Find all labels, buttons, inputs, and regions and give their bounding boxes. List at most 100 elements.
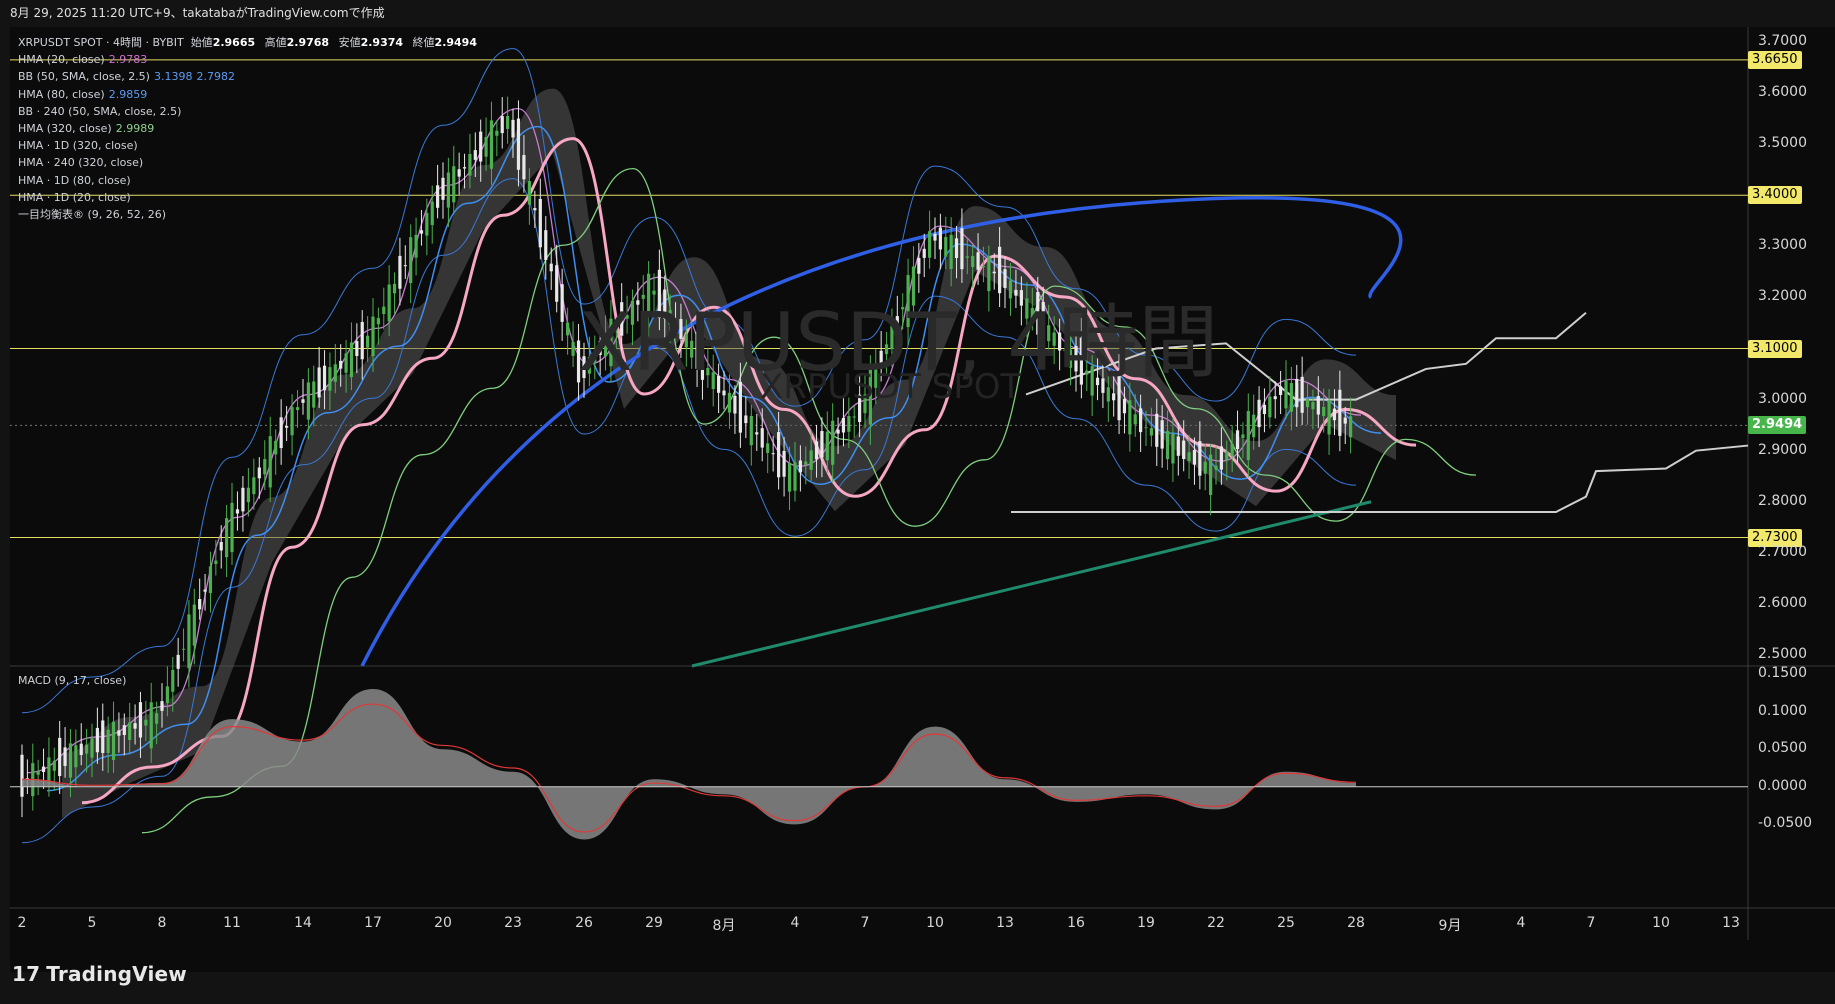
price-axis-label: 2.5000 (1758, 646, 1807, 662)
time-axis-label: 4 (1516, 915, 1526, 931)
candle-body (1252, 414, 1256, 438)
time-axis-label: 5 (87, 915, 97, 931)
candle-body (1155, 413, 1159, 447)
candle-body (495, 130, 499, 136)
candle-body (1198, 441, 1202, 476)
tradingview-logo[interactable]: 17 TradingView (12, 962, 187, 986)
candle-body (263, 459, 267, 475)
legend-item-name: HMA · 240 (320, close) (18, 156, 144, 170)
candle-body (1246, 411, 1250, 461)
candle-body (533, 208, 537, 211)
macd-label[interactable]: MACD (9, 17, close) (18, 674, 126, 687)
candle-body (922, 248, 926, 258)
time-axis-label: 13 (996, 915, 1014, 931)
candle-body (198, 599, 202, 610)
legend-item-value: 2.9859 (108, 87, 148, 101)
candle-body (219, 541, 223, 551)
candle-body (1192, 450, 1197, 465)
candle-body (328, 367, 332, 391)
legend-item[interactable]: HMA · 240 (320, close) (18, 154, 483, 171)
candle-body (1332, 408, 1337, 421)
legend-item-name: HMA (320, close) (18, 122, 112, 136)
candle-body (192, 604, 196, 646)
time-axis-label: 23 (504, 915, 522, 931)
candle-body (804, 461, 808, 465)
legend-item-name: HMA · 1D (20, close) (18, 190, 131, 204)
candle-body (917, 258, 921, 274)
candle-body (1149, 428, 1153, 436)
candle-body (1214, 465, 1218, 470)
candle-body (414, 234, 418, 258)
candle-body (1225, 451, 1229, 461)
candle-body (782, 450, 786, 477)
candle-body (68, 743, 73, 778)
candle-body (944, 236, 948, 257)
candle-body (1165, 430, 1170, 460)
legend-item[interactable]: 一目均衡表® (9, 26, 52, 26) (18, 206, 483, 223)
time-axis-label: 4 (790, 915, 800, 931)
candle-body (128, 722, 132, 740)
candle-body (225, 518, 229, 558)
legend-item[interactable]: HMA (20, close) 2.9783 (18, 51, 483, 68)
candle-body (938, 227, 942, 250)
candle-body (90, 738, 94, 758)
high-value: 2.9768 (286, 36, 330, 49)
legend-item[interactable]: HMA · 1D (80, close) (18, 172, 483, 189)
time-axis-label: 13 (1722, 915, 1740, 931)
candle-body (403, 265, 407, 267)
candle-body (274, 440, 278, 455)
candle-body (268, 436, 272, 488)
time-axis-label: 11 (223, 915, 241, 931)
candle-body (1295, 378, 1299, 408)
candle-body (831, 420, 835, 465)
candle-body (798, 460, 802, 473)
level-price-tag[interactable]: 3.6650 (1748, 50, 1802, 69)
legend-item-name: HMA · 1D (80, close) (18, 173, 131, 187)
candle-body (63, 747, 67, 766)
candle-body (20, 754, 24, 797)
price-axis-label: 3.7000 (1758, 33, 1807, 49)
candle-body (1262, 404, 1267, 414)
symbol-ohlc-line[interactable]: XRPUSDT SPOT · 4時間 · BYBIT 始値2.9665 高値2.… (18, 34, 483, 51)
candle-body (1128, 400, 1132, 435)
candle-body (549, 263, 553, 272)
candle-body (1273, 396, 1277, 400)
candle-body (1182, 440, 1186, 460)
candle-body (138, 702, 143, 738)
legend-item-value: 3.1398 (153, 70, 193, 84)
legend-item[interactable]: HMA · 1D (20, close) (18, 189, 483, 206)
last-price-tag[interactable]: 2.9494 (1748, 416, 1807, 435)
legend-item[interactable]: HMA · 1D (320, close) (18, 137, 483, 154)
symbol-name[interactable]: XRPUSDT SPOT · 4時間 · BYBIT (18, 36, 184, 49)
macd-axis-label: 0.0000 (1758, 777, 1807, 794)
candle-body (295, 407, 300, 411)
level-price-tag[interactable]: 3.1000 (1748, 339, 1802, 358)
candle-body (122, 725, 126, 736)
candle-body (1322, 406, 1326, 417)
candle-body (787, 462, 792, 492)
candle-body (133, 723, 137, 729)
candle-body (555, 265, 559, 302)
macd-axis-label: -0.0500 (1758, 815, 1813, 832)
candle-body (1187, 452, 1191, 462)
candle-body (760, 428, 764, 448)
candle-body (1122, 398, 1127, 414)
price-axis-label: 3.5000 (1758, 135, 1807, 152)
candle-body (992, 271, 996, 274)
time-axis-label: 7 (1586, 915, 1596, 931)
legend-item[interactable]: HMA (80, close) 2.9859 (18, 86, 483, 103)
level-price-tag[interactable]: 3.4000 (1748, 186, 1802, 205)
candle-body (181, 648, 186, 650)
candle-body (165, 686, 169, 704)
open-value: 2.9665 (212, 36, 256, 49)
time-axis-label: 10 (1652, 915, 1670, 931)
legend-item[interactable]: HMA (320, close) 2.9989 (18, 120, 483, 137)
price-axis-label: 3.0000 (1758, 390, 1807, 407)
candle-body (954, 238, 959, 259)
time-axis-label: 7 (860, 915, 870, 931)
candle-body (1139, 408, 1143, 433)
candle-body (1289, 383, 1293, 412)
legend-item[interactable]: BB · 240 (50, SMA, close, 2.5) (18, 103, 483, 120)
candle-body (171, 669, 175, 692)
legend-item[interactable]: BB (50, SMA, close, 2.5) 3.1398 2.7982 (18, 68, 483, 85)
